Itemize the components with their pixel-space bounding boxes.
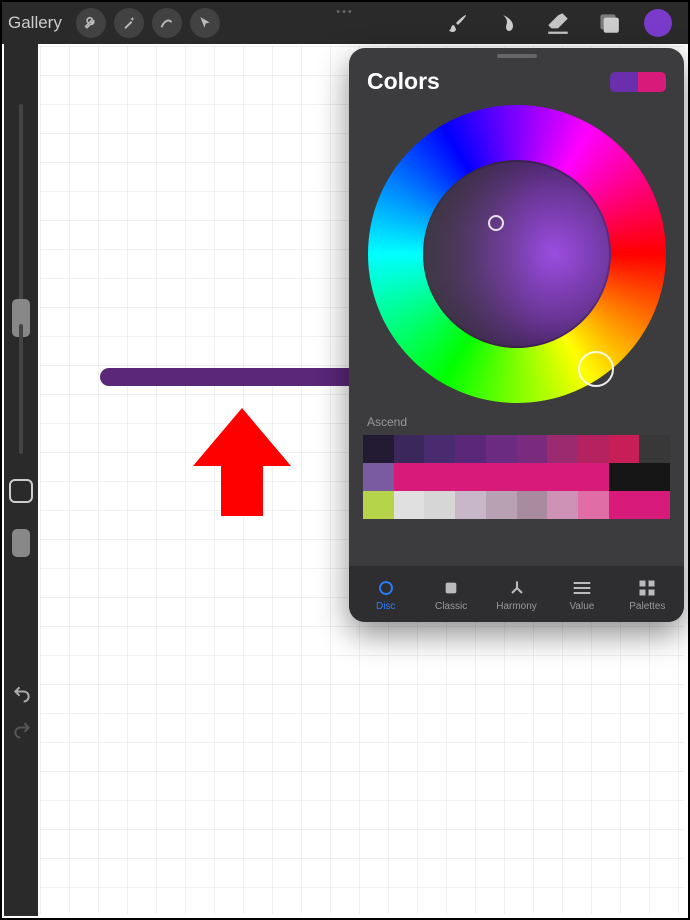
cursor-icon[interactable] <box>190 8 220 38</box>
panel-grabber[interactable] <box>497 54 537 58</box>
sv-cursor[interactable] <box>488 215 504 231</box>
tab-value-label: Value <box>570 601 595 612</box>
palette-swatch[interactable] <box>547 435 578 463</box>
left-rail <box>4 44 38 916</box>
opacity-track[interactable] <box>19 324 23 454</box>
palettes-icon <box>637 578 657 598</box>
active-swatch-pair[interactable] <box>610 72 666 92</box>
disc-icon <box>376 578 396 598</box>
palette-swatch[interactable] <box>455 491 486 519</box>
palette-swatch[interactable] <box>486 463 517 491</box>
palette-swatch[interactable] <box>394 435 425 463</box>
value-icon <box>572 578 592 598</box>
tab-classic[interactable]: Classic <box>418 578 483 612</box>
color-tabs: Disc Classic Harmony Value Palettes <box>349 566 684 622</box>
harmony-icon <box>507 578 527 598</box>
color-button[interactable] <box>644 9 672 37</box>
secondary-swatch[interactable] <box>638 72 666 92</box>
layers-icon[interactable] <box>594 9 622 37</box>
classic-icon <box>441 578 461 598</box>
palette-swatch[interactable] <box>424 463 455 491</box>
palette-swatch[interactable] <box>639 463 670 491</box>
tab-disc[interactable]: Disc <box>353 578 418 612</box>
palette-swatch[interactable] <box>394 463 425 491</box>
palette-swatch[interactable] <box>609 491 640 519</box>
eraser-icon[interactable] <box>544 9 572 37</box>
wrench-icon[interactable] <box>76 8 106 38</box>
palette-swatch[interactable] <box>547 491 578 519</box>
overflow-dots[interactable]: ••• <box>336 2 354 44</box>
primary-swatch[interactable] <box>610 72 638 92</box>
palette-swatch[interactable] <box>517 491 548 519</box>
tab-palettes-label: Palettes <box>629 601 665 612</box>
palette-swatch[interactable] <box>517 435 548 463</box>
color-wheel[interactable] <box>368 105 666 403</box>
color-disc-inner[interactable] <box>423 160 611 348</box>
palette-swatch[interactable] <box>486 491 517 519</box>
palette-swatch[interactable] <box>639 435 670 463</box>
selection-icon[interactable] <box>152 8 182 38</box>
colors-panel: Colors Ascend Disc Classic Harmony Value <box>349 48 684 622</box>
smudge-icon[interactable] <box>494 9 522 37</box>
palette-swatch[interactable] <box>609 435 640 463</box>
palette-swatch[interactable] <box>609 463 640 491</box>
palette-swatch[interactable] <box>363 491 394 519</box>
palette-swatch[interactable] <box>394 491 425 519</box>
palette-swatch[interactable] <box>639 491 670 519</box>
palette-swatch[interactable] <box>455 463 486 491</box>
annotation-arrow-stem <box>221 456 263 516</box>
tab-disc-label: Disc <box>376 601 395 612</box>
brush-icon[interactable] <box>444 9 472 37</box>
undo-icon[interactable] <box>12 684 32 709</box>
panel-title: Colors <box>367 68 440 95</box>
tab-harmony[interactable]: Harmony <box>484 578 549 612</box>
hue-cursor[interactable] <box>578 351 614 387</box>
palette-swatch[interactable] <box>486 435 517 463</box>
palette-swatch[interactable] <box>547 463 578 491</box>
palette-name: Ascend <box>349 403 684 435</box>
palette-swatch[interactable] <box>424 435 455 463</box>
palette-swatch[interactable] <box>424 491 455 519</box>
tab-classic-label: Classic <box>435 601 467 612</box>
wand-icon[interactable] <box>114 8 144 38</box>
brush-size-track[interactable] <box>19 104 23 309</box>
palette-swatch[interactable] <box>363 435 394 463</box>
redo-icon[interactable] <box>12 720 32 745</box>
modify-button[interactable] <box>9 479 33 503</box>
drawn-stroke <box>100 368 360 386</box>
palette-swatch[interactable] <box>363 463 394 491</box>
top-toolbar: Gallery ••• <box>2 2 688 44</box>
tab-palettes[interactable]: Palettes <box>615 578 680 612</box>
palette-swatch[interactable] <box>455 435 486 463</box>
palette-swatch[interactable] <box>578 491 609 519</box>
palette-swatch[interactable] <box>517 463 548 491</box>
palette-grid[interactable] <box>363 435 670 519</box>
tab-harmony-label: Harmony <box>496 601 537 612</box>
opacity-knob[interactable] <box>12 529 30 557</box>
palette-swatch[interactable] <box>578 463 609 491</box>
palette-swatch[interactable] <box>578 435 609 463</box>
gallery-link[interactable]: Gallery <box>8 13 62 33</box>
tab-value[interactable]: Value <box>549 578 614 612</box>
